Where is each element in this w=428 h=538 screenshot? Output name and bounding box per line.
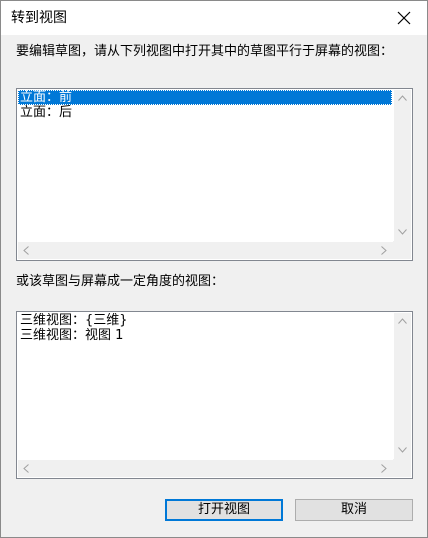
- parallel-views-items: 立面：前 立面：后: [18, 90, 392, 240]
- list-item-elevation-back[interactable]: 立面：后: [18, 105, 392, 120]
- chevron-right-icon: [381, 246, 387, 255]
- title-bar: 转到视图: [1, 1, 427, 35]
- chevron-down-icon: [398, 447, 407, 453]
- angled-views-list[interactable]: 三维视图：{三维} 三维视图：视图 1: [16, 311, 413, 479]
- chevron-right-icon: [381, 464, 387, 473]
- cancel-button[interactable]: 取消: [295, 499, 413, 521]
- parallel-views-list[interactable]: 立面：前 立面：后: [16, 88, 413, 261]
- scrollbar-corner: [393, 459, 411, 477]
- scroll-down-button[interactable]: [394, 442, 411, 459]
- vertical-scrollbar[interactable]: [394, 90, 411, 241]
- list-item-3d-view-default[interactable]: 三维视图：{三维}: [18, 313, 392, 328]
- list-item-3d-view-1[interactable]: 三维视图：视图 1: [18, 328, 392, 343]
- open-view-button[interactable]: 打开视图: [165, 499, 283, 521]
- angled-views-label: 或该草图与屏幕成一定角度的视图：: [16, 274, 225, 289]
- angled-views-items: 三维视图：{三维} 三维视图：视图 1: [18, 313, 392, 458]
- horizontal-scrollbar[interactable]: [18, 242, 393, 259]
- chevron-left-icon: [23, 246, 29, 255]
- dialog-title: 转到视图: [11, 10, 67, 26]
- scroll-left-button[interactable]: [18, 460, 35, 477]
- list-item-elevation-front[interactable]: 立面：前: [18, 90, 392, 105]
- scroll-up-button[interactable]: [394, 90, 411, 107]
- instruction-text: 要编辑草图，请从下列视图中打开其中的草图平行于屏幕的视图：: [16, 44, 394, 59]
- scroll-right-button[interactable]: [376, 460, 393, 477]
- go-to-view-dialog: 转到视图 要编辑草图，请从下列视图中打开其中的草图平行于屏幕的视图： 立面：前 …: [0, 0, 428, 538]
- scrollbar-corner: [393, 241, 411, 259]
- chevron-up-icon: [398, 318, 407, 324]
- chevron-down-icon: [398, 229, 407, 235]
- close-button[interactable]: [381, 1, 427, 35]
- horizontal-scrollbar[interactable]: [18, 460, 393, 477]
- close-icon: [397, 11, 411, 25]
- vertical-scrollbar[interactable]: [394, 313, 411, 459]
- chevron-left-icon: [23, 464, 29, 473]
- chevron-up-icon: [398, 95, 407, 101]
- scroll-up-button[interactable]: [394, 313, 411, 330]
- scroll-left-button[interactable]: [18, 242, 35, 259]
- scroll-right-button[interactable]: [376, 242, 393, 259]
- scroll-down-button[interactable]: [394, 224, 411, 241]
